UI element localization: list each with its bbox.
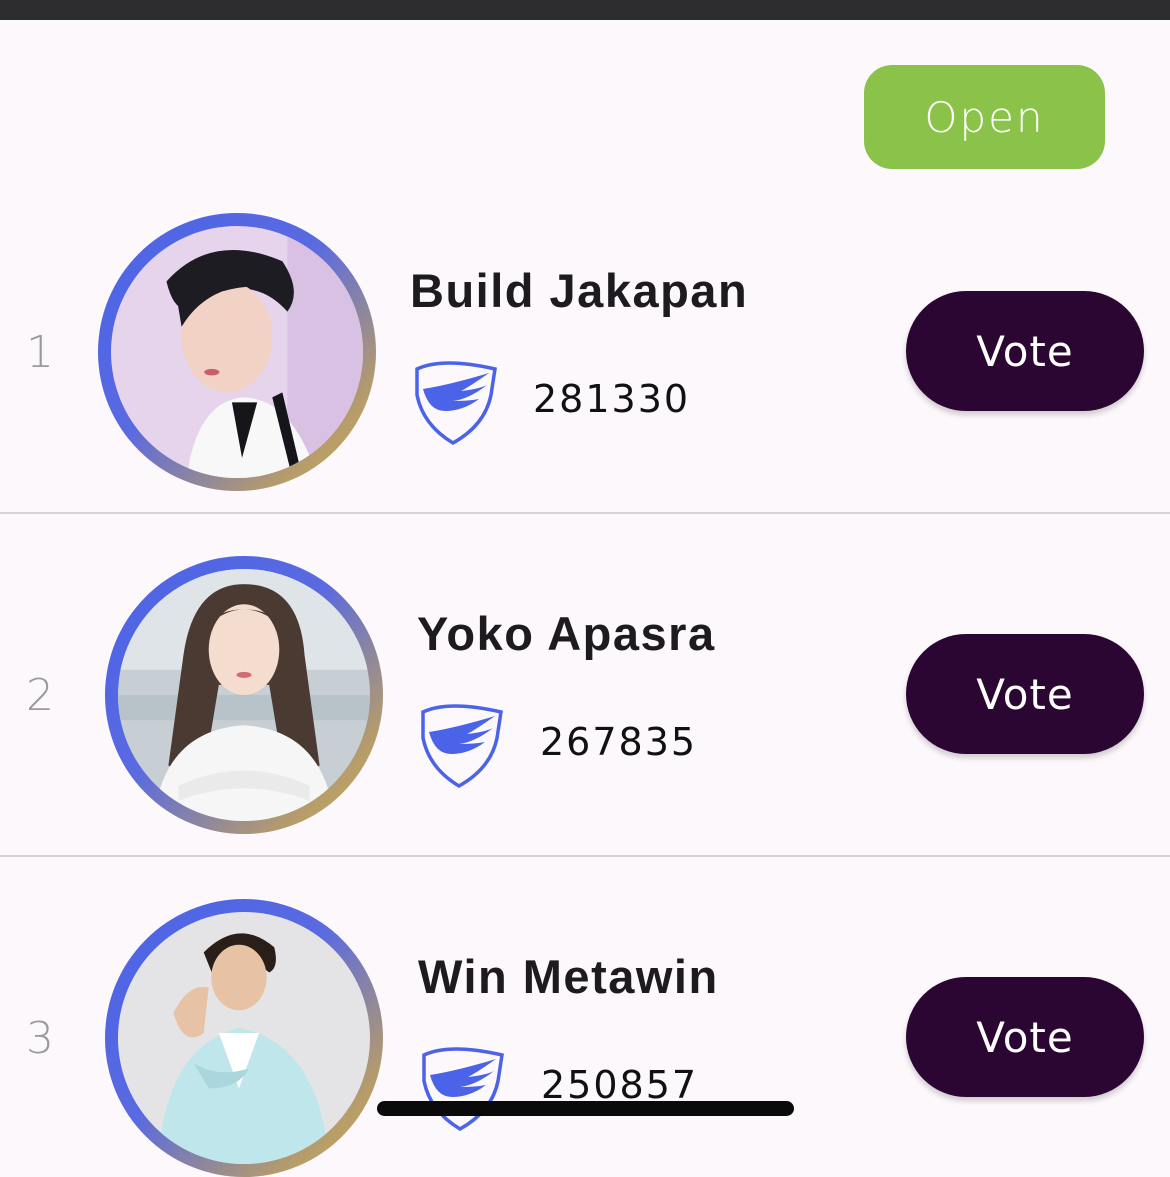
vote-button[interactable]: Vote xyxy=(906,291,1144,411)
vote-button[interactable]: Vote xyxy=(906,977,1144,1097)
avatar-photo xyxy=(118,569,370,821)
ranking-row: 2 Yoko Apasra 267835 Vote xyxy=(0,514,1170,857)
open-button[interactable]: Open xyxy=(864,65,1105,169)
contestant-name: Build Jakapan xyxy=(410,264,749,317)
rank-number: 1 xyxy=(26,327,54,378)
contestant-name: Yoko Apasra xyxy=(417,607,716,660)
avatar xyxy=(98,213,376,491)
ranking-row: 1 Build Jakapan 281330 Vote xyxy=(0,171,1170,514)
status-bar xyxy=(0,0,1170,20)
avatar xyxy=(105,556,383,834)
vote-count: 281330 xyxy=(533,377,691,421)
rank-number: 2 xyxy=(26,670,54,721)
avatar-photo xyxy=(111,226,363,478)
avatar xyxy=(105,899,383,1177)
home-indicator[interactable] xyxy=(377,1101,794,1116)
winged-shield-icon xyxy=(422,1047,504,1132)
ranking-row: 3 Win Metawin 250857 Vote xyxy=(0,857,1170,1177)
winged-shield-icon xyxy=(415,361,497,446)
avatar-photo xyxy=(118,912,370,1164)
vote-count: 267835 xyxy=(540,720,698,764)
winged-shield-icon xyxy=(421,704,503,789)
rank-number: 3 xyxy=(26,1013,54,1064)
vote-button[interactable]: Vote xyxy=(906,634,1144,754)
contestant-name: Win Metawin xyxy=(418,950,719,1003)
